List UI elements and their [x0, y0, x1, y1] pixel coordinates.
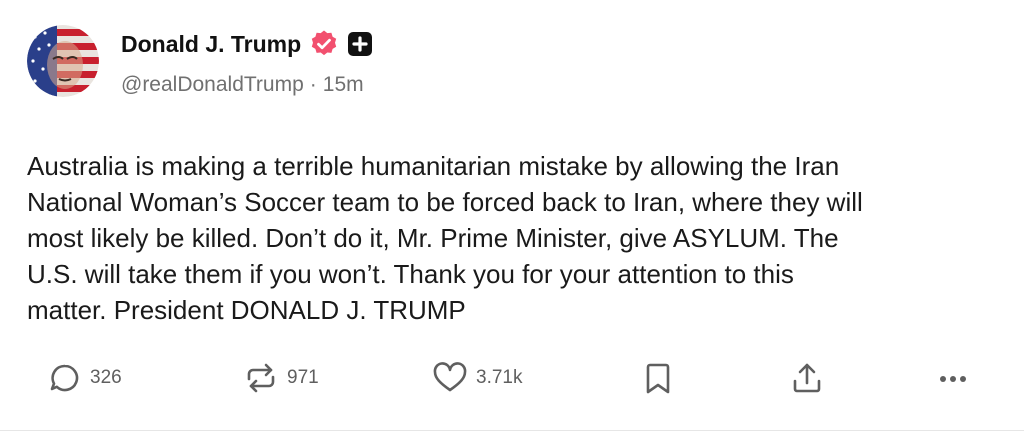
more-dots-icon [935, 361, 971, 395]
post-text: Australia is making a terrible humanitar… [27, 151, 863, 325]
plus-square-icon [347, 31, 373, 57]
post-divider [0, 430, 1024, 431]
meta-separator: · [309, 73, 317, 96]
share-button[interactable] [790, 358, 824, 398]
heart-icon [432, 361, 468, 395]
verified-badge-icon [309, 29, 339, 59]
reply-bubble-icon [48, 361, 82, 395]
author-line: Donald J. Trump [121, 28, 373, 60]
share-upload-icon [790, 361, 824, 395]
repost-count: 971 [287, 367, 319, 388]
action-bar: 326 971 3.71k [0, 358, 1024, 398]
bookmark-icon [643, 361, 673, 395]
bookmark-button[interactable] [643, 358, 673, 398]
repost-arrows-icon [243, 361, 279, 395]
post-timestamp[interactable]: 15m [323, 73, 364, 96]
post-card: Donald J. Trump @realDonaldTrump · 15m Aus… [0, 0, 1024, 434]
like-count: 3.71k [476, 367, 523, 388]
author-handle[interactable]: @realDonaldTrump [121, 73, 304, 96]
like-button[interactable]: 3.71k [432, 358, 522, 398]
avatar[interactable] [27, 25, 99, 97]
handle-line: @realDonaldTrump · 15m [121, 73, 364, 97]
avatar-image [27, 25, 99, 97]
repost-button[interactable]: 971 [243, 358, 319, 398]
reply-button[interactable]: 326 [48, 358, 122, 398]
more-options-button[interactable] [935, 358, 971, 398]
author-display-name[interactable]: Donald J. Trump [121, 31, 301, 58]
reply-count: 326 [90, 367, 122, 388]
